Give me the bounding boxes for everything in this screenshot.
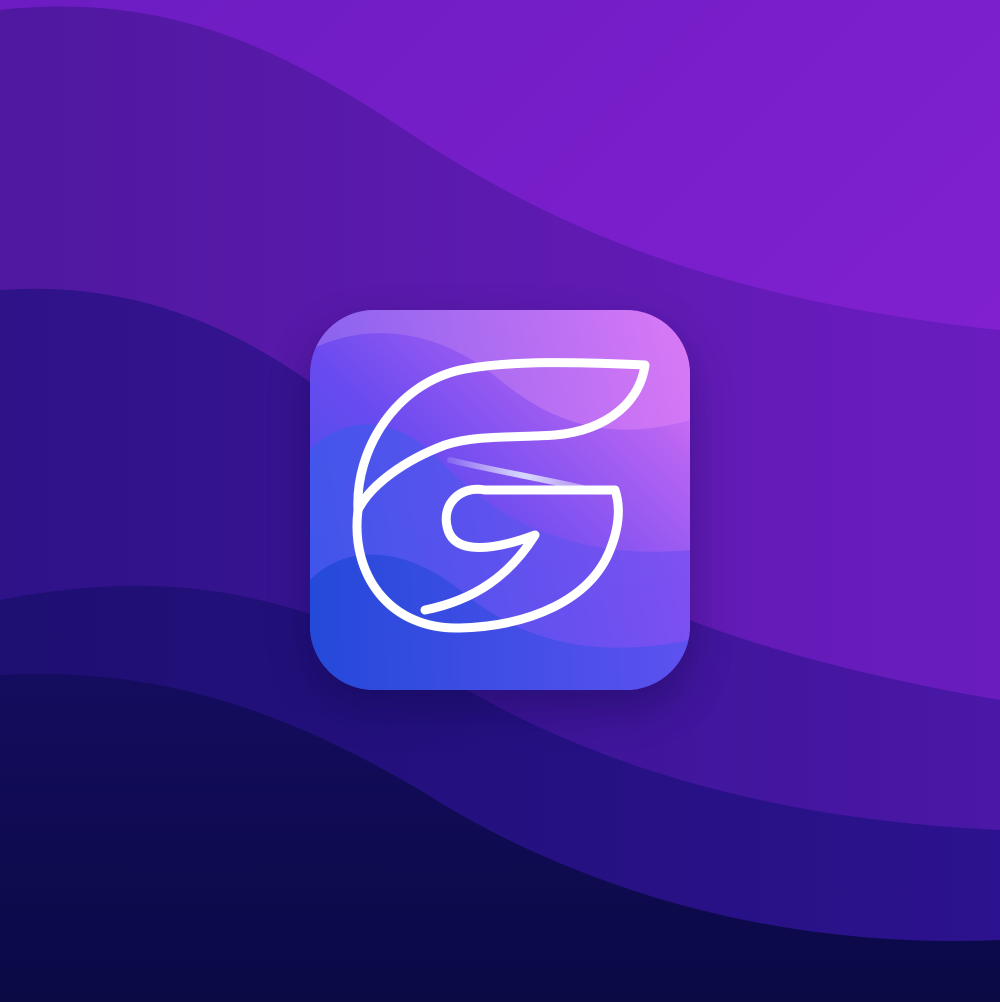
wallpaper-canvas [0,0,1000,1002]
app-icon[interactable] [310,310,690,690]
letter-g-logo-icon [310,310,690,690]
